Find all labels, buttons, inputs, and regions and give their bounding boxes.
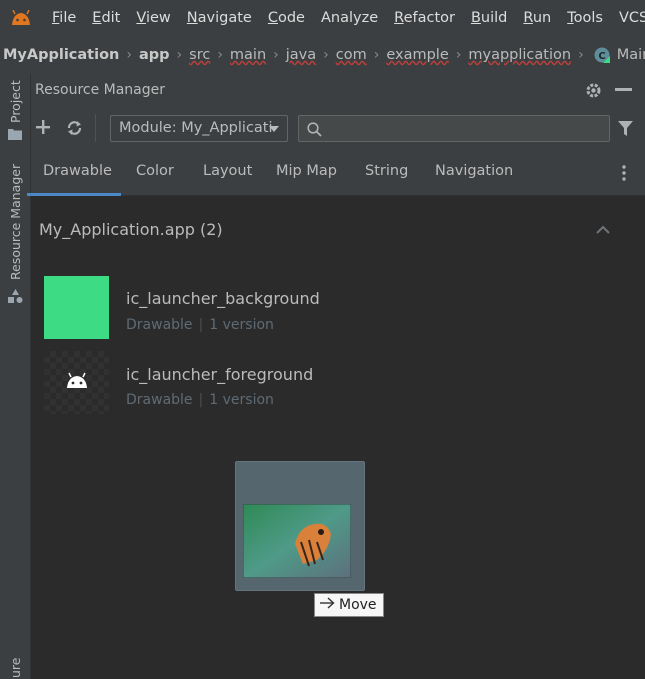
arrow-right-icon <box>319 597 335 613</box>
resources-icon[interactable] <box>7 289 23 303</box>
breadcrumb: MyApplication › app › src › main › java … <box>0 36 645 75</box>
module-select[interactable]: Module: My_Applicati <box>110 115 288 142</box>
module-select-value: Module: My_Applicati <box>119 120 273 136</box>
menu-analyze[interactable]: Analyze <box>313 0 386 36</box>
menu-view[interactable]: View <box>128 0 178 36</box>
menu-edit[interactable]: Edit <box>84 0 128 36</box>
chevron-right-icon: › <box>323 47 329 63</box>
search-input[interactable] <box>298 115 610 142</box>
breadcrumb-java[interactable]: java <box>283 47 319 63</box>
chevron-right-icon: › <box>455 47 462 63</box>
svg-text:C: C <box>598 51 605 62</box>
tab-color[interactable]: Color <box>136 163 174 179</box>
gear-icon[interactable] <box>584 81 602 99</box>
chevron-right-icon: › <box>126 47 132 63</box>
breadcrumb-main[interactable]: main <box>227 47 269 63</box>
move-tooltip-label: Move <box>339 597 377 613</box>
menu-build[interactable]: Build <box>463 0 515 36</box>
resource-manager-panel: Resource Manager Module: My_Applicati Dr… <box>27 74 645 679</box>
menu-code[interactable]: Code <box>260 0 313 36</box>
move-tooltip: Move <box>314 593 384 617</box>
chevron-right-icon: › <box>578 47 584 63</box>
filter-icon[interactable] <box>617 120 633 136</box>
image-thumbnail <box>243 504 351 578</box>
breadcrumb-com[interactable]: com <box>333 47 370 63</box>
breadcrumb-src[interactable]: src <box>186 47 213 63</box>
menu-refactor[interactable]: Refactor <box>386 0 463 36</box>
minimize-icon[interactable] <box>615 88 632 91</box>
menu-navigate[interactable]: Navigate <box>179 0 260 36</box>
tab-string[interactable]: String <box>365 163 408 179</box>
breadcrumb-project[interactable]: MyApplication <box>0 47 122 63</box>
kotlin-class-icon: C <box>594 47 610 63</box>
breadcrumb-example[interactable]: example <box>383 47 451 63</box>
active-tab-indicator <box>27 193 121 196</box>
chevron-up-icon[interactable] <box>596 224 610 234</box>
chevron-down-icon <box>269 126 279 132</box>
menu-file[interactable]: File <box>44 0 84 36</box>
resource-name: ic_launcher_foreground <box>126 365 314 384</box>
breadcrumb-myapplication[interactable]: myapplication <box>465 47 574 63</box>
tab-navigation[interactable]: Navigation <box>435 163 513 179</box>
resource-thumbnail <box>44 276 109 339</box>
drag-preview <box>235 461 365 591</box>
panel-header: Resource Manager <box>31 74 645 106</box>
add-icon[interactable] <box>35 119 51 135</box>
resource-name: ic_launcher_background <box>126 289 320 308</box>
more-options-icon[interactable] <box>621 164 627 182</box>
search-icon <box>306 121 322 137</box>
chevron-right-icon: › <box>176 47 183 63</box>
tab-resource-manager[interactable]: Resource Manager <box>8 164 23 280</box>
menu-vcs[interactable]: VCS <box>611 0 645 36</box>
chevron-right-icon: › <box>217 47 223 63</box>
tab-drawable[interactable]: Drawable <box>43 163 112 179</box>
tab-mip-map[interactable]: Mip Map <box>276 163 337 179</box>
resource-toolbar: Module: My_Applicati <box>31 106 645 150</box>
toolbar-divider <box>95 114 96 142</box>
left-tool-strip: Project Resource Manager ure <box>0 74 31 679</box>
menu-tools[interactable]: Tools <box>559 0 611 36</box>
panel-title: Resource Manager <box>35 82 166 98</box>
folder-icon[interactable] <box>8 127 22 141</box>
resource-thumbnail <box>44 351 109 414</box>
chevron-right-icon: › <box>273 47 279 63</box>
resource-type-tabs: Drawable Color Layout Mip Map String Nav… <box>27 150 645 196</box>
tab-structure[interactable]: ure <box>8 658 23 678</box>
breadcrumb-module[interactable]: app <box>136 47 173 63</box>
menu-run[interactable]: Run <box>515 0 559 36</box>
section-title: My_Application.app (2) <box>39 220 223 239</box>
breadcrumb-mainactivity[interactable]: MainActi <box>614 47 645 63</box>
refresh-icon[interactable] <box>65 119 83 136</box>
tab-project[interactable]: Project <box>8 80 23 123</box>
android-icon <box>67 372 87 388</box>
resource-meta: Drawable | 1 version <box>126 392 274 408</box>
menu-bar: File Edit View Navigate Code Analyze Ref… <box>0 0 645 36</box>
tab-layout[interactable]: Layout <box>203 163 252 179</box>
android-studio-icon <box>10 9 32 27</box>
resource-meta: Drawable | 1 version <box>126 317 274 333</box>
chevron-right-icon: › <box>373 47 380 63</box>
